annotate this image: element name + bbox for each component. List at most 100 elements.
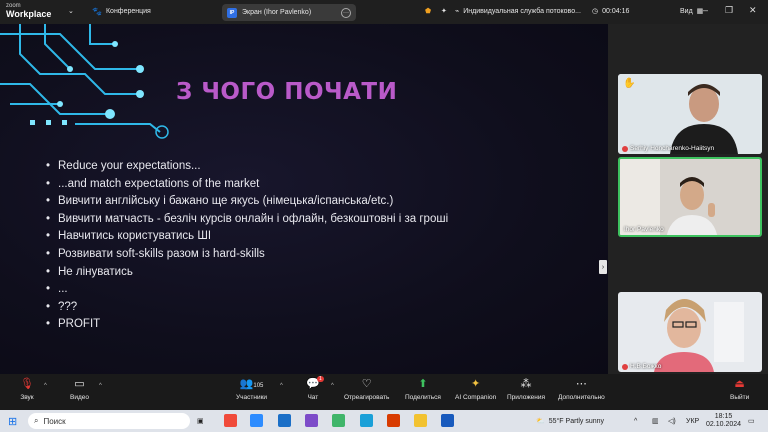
bullet-item: ???	[46, 299, 448, 317]
slide-bullet-list: Reduce your expectations... ...and match…	[46, 158, 448, 334]
weather-widget[interactable]: ⛅ 55°F Partly sunny	[536, 413, 604, 429]
sparkle-icon[interactable]: ✦	[441, 7, 447, 15]
more-options-icon[interactable]: ···	[341, 7, 351, 18]
video-tile[interactable]: ✋ Serhiy Honcharenko-Haiitsyn	[618, 74, 762, 154]
zoom-app-icon[interactable]	[250, 414, 263, 427]
conference-label: Конференция	[105, 8, 151, 15]
network-icon[interactable]: ▥	[652, 413, 659, 429]
share-button[interactable]: ⬆ Поделиться	[405, 378, 441, 401]
react-button[interactable]: ♡ Отреагировать	[344, 378, 389, 401]
bullet-item: Reduce your expectations...	[46, 158, 448, 176]
search-placeholder: Поиск	[43, 416, 66, 426]
bullet-item: Навчитись користуватись ШІ	[46, 228, 448, 246]
participant-label: Ihor Pavlenko	[624, 226, 664, 233]
timer-text: 00:04:16	[602, 7, 630, 15]
mail-icon[interactable]	[278, 414, 291, 427]
taskbar-search-box[interactable]: ⌕ Поиск	[28, 413, 190, 429]
clock-icon: ◷	[592, 8, 599, 15]
participant-label: Н.В.Божко	[622, 363, 661, 370]
mic-off-icon	[622, 145, 628, 152]
participant-name: Н.В.Божко	[630, 363, 662, 370]
chat-button[interactable]: 💬 1 Чат	[306, 376, 324, 401]
audio-button[interactable]: 🎙 Звук	[20, 378, 34, 401]
file-explorer-icon[interactable]	[414, 414, 427, 427]
shared-screen: З ЧОГО ПОЧАТИ Reduce your expectations..…	[0, 24, 608, 374]
chevron-down-icon[interactable]: ⌄	[68, 7, 74, 15]
share-label: Поделиться	[405, 394, 441, 401]
audio-label: Звук	[20, 394, 34, 401]
react-label: Отреагировать	[344, 394, 390, 401]
people-icon: 👥105	[239, 378, 264, 390]
windows-taskbar: ⊞ ⌕ Поиск ▣ ⛅ 55°F Partly sunny ^ ▥ ◁) У…	[0, 410, 768, 432]
more-button[interactable]: ⋯ Дополнительно	[558, 378, 605, 401]
mic-muted-icon: 🎙	[20, 378, 34, 390]
task-view-icon[interactable]: ▣	[197, 413, 204, 429]
leave-icon: ⏏	[734, 378, 745, 390]
circuit-decoration	[0, 24, 169, 139]
participant-label: Serhiy Honcharenko-Haiitsyn	[622, 145, 714, 152]
apps-icon: ⁂	[520, 378, 532, 390]
heart-icon: ♡	[361, 378, 372, 390]
participants-label: Участники	[236, 394, 268, 401]
chrome-icon[interactable]	[224, 414, 237, 427]
clock-date: 02.10.2024	[706, 421, 742, 428]
speaker-icon[interactable]: ◁)	[668, 413, 676, 429]
video-button[interactable]: ▭ Видео	[70, 378, 89, 401]
video-camera-icon: ▭	[74, 378, 85, 390]
more-label: Дополнительно	[558, 394, 605, 401]
store-icon[interactable]	[387, 414, 400, 427]
bullet-item: Не лінуватись	[46, 264, 448, 282]
participants-button[interactable]: 👥105 Участники	[236, 378, 267, 401]
bullet-item: Розвивати soft-skills разом із hard-skil…	[46, 246, 448, 264]
shield-icon[interactable]: ⬟	[425, 7, 431, 15]
bullet-item: ...	[46, 281, 448, 299]
screen-share-label: Экран (Ihor Pavlenko)	[242, 9, 312, 16]
viber-icon[interactable]	[305, 414, 318, 427]
bullet-item: Вивчити англійську і бажано ще якусь (ні…	[46, 193, 448, 211]
close-icon[interactable]: ✕	[749, 5, 757, 16]
clock-time: 18:15	[714, 413, 733, 420]
participant-video	[618, 292, 762, 372]
leave-label: Выйти	[730, 394, 750, 401]
notification-icon[interactable]: ▭	[748, 413, 755, 429]
conference-menu[interactable]: 🐾 Конференция	[92, 7, 151, 16]
restore-icon[interactable]: ❐	[725, 5, 733, 16]
participant-video-panel: ✋ Serhiy Honcharenko-Haiitsyn Ihor Pavle…	[608, 24, 768, 374]
word-icon[interactable]	[441, 414, 454, 427]
chevron-up-icon[interactable]: ^	[99, 383, 102, 389]
system-clock[interactable]: 18:15 02.10.2024	[706, 413, 741, 429]
bullet-item: Вивчити матчасть - безліч курсів онлайн …	[46, 211, 448, 229]
paw-icon: 🐾	[92, 7, 102, 16]
apps-button[interactable]: ⁂ Приложения	[507, 378, 545, 401]
view-menu[interactable]: Вид ▦	[680, 7, 703, 16]
brand-large-text: Workplace	[6, 9, 52, 19]
video-tile-active-speaker[interactable]: Ihor Pavlenko	[618, 157, 762, 237]
chevron-right-icon[interactable]: ›	[599, 260, 607, 274]
ai-companion-button[interactable]: ✦ AI Companion	[455, 378, 496, 401]
windows-start-icon[interactable]: ⊞	[8, 413, 17, 429]
video-tile[interactable]: Н.В.Божко	[618, 292, 762, 372]
zoom-logo: zoom Workplace	[6, 2, 52, 19]
weather-text: 55°F Partly sunny	[548, 417, 605, 425]
ai-sparkle-icon: ✦	[470, 378, 481, 390]
chevron-up-icon[interactable]: ^	[331, 383, 334, 389]
whatsapp-icon[interactable]	[332, 414, 345, 427]
language-indicator[interactable]: УКР	[686, 413, 699, 429]
participant-name: Serhiy Honcharenko-Haiitsyn	[630, 145, 715, 152]
mic-off-icon	[622, 363, 628, 370]
bullet-item: PROFIT	[46, 316, 448, 334]
slide-title: З ЧОГО ПОЧАТИ	[176, 79, 398, 105]
video-label: Видео	[70, 394, 89, 401]
edge-icon[interactable]	[360, 414, 373, 427]
chevron-up-icon[interactable]: ^	[634, 413, 637, 429]
view-label: Вид	[680, 7, 693, 15]
zoom-title-bar: zoom Workplace ⌄ 🐾 Конференция IP Экран …	[0, 0, 768, 24]
participants-count: 105	[253, 383, 264, 389]
minimize-icon[interactable]: –	[703, 5, 708, 15]
streaming-notification[interactable]: ⌁ Индивидуальная служба потоково...	[455, 7, 581, 16]
cast-icon: ⌁	[455, 8, 460, 15]
chevron-up-icon[interactable]: ^	[44, 383, 47, 389]
screen-share-pill[interactable]: IP Экран (Ihor Pavlenko) ···	[222, 4, 356, 21]
leave-button[interactable]: ⏏ Выйти	[730, 378, 749, 401]
chevron-up-icon[interactable]: ^	[280, 383, 283, 389]
